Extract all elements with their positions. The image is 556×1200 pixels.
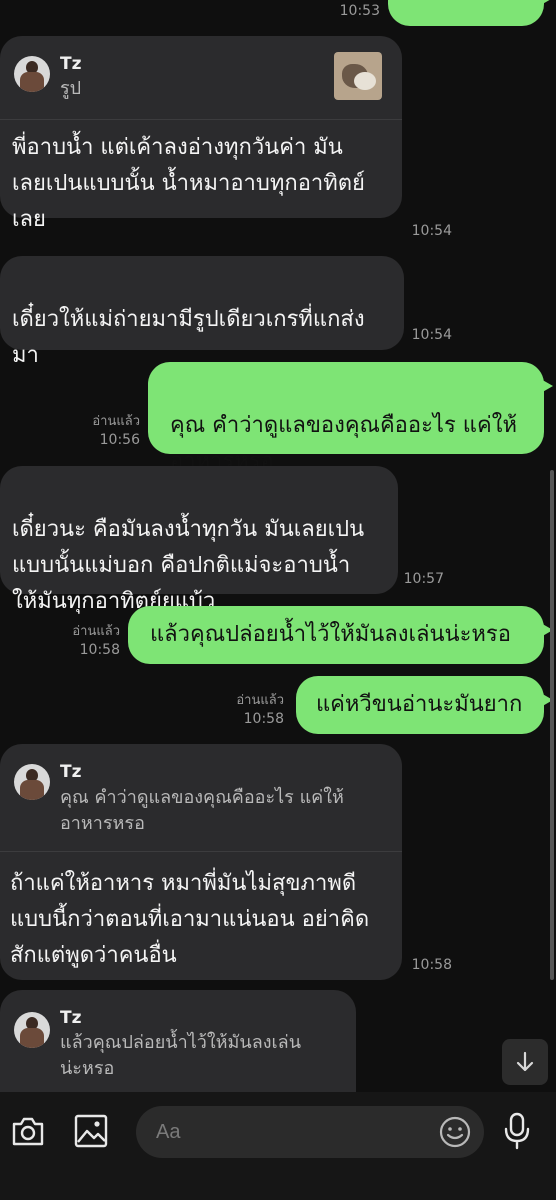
message-text: พี่อาบน้ำ แต่เค้าลงอ่างทุกวันค่า มัน เลย… (12, 135, 365, 232)
mic-icon[interactable] (502, 1111, 532, 1151)
message-time: 10:54 (411, 223, 452, 239)
message-time: 10:54 (411, 327, 452, 343)
reply-text: รูป (60, 78, 82, 99)
chat-area[interactable]: 10:53 Tz รูป พี่อาบน้ำ แต่เค้าลงอ่างทุกว… (0, 0, 556, 1092)
message-input[interactable] (156, 1106, 436, 1158)
outgoing-message-cutoff[interactable] (388, 0, 553, 26)
reply-sender-name: Tz (60, 54, 82, 74)
message-time: 10:58 (243, 711, 284, 727)
reply-quote[interactable]: Tz รูป (0, 36, 402, 120)
message-text: แค่หวีขนอ่านะมันยาก (316, 692, 523, 717)
avatar (14, 56, 50, 92)
arrow-down-icon (516, 1051, 534, 1072)
incoming-message[interactable]: Tz คุณ คำว่าดูแลของคุณคืออะไร แค่ให้ อาห… (0, 744, 402, 980)
camera-icon[interactable] (10, 1114, 46, 1148)
message-text: ถ้าแค่ให้อาหาร หมาพี่มันไม่สุขภาพดี แบบน… (10, 871, 370, 968)
message-meta: อ่านแล้ว 10:58 (214, 691, 284, 729)
message-text: เดี๋ยวนะ คือมันลงน้ำทุกวัน มันเลยเปน แบบ… (12, 517, 365, 614)
message-meta: อ่านแล้ว 10:58 (50, 622, 120, 660)
reply-text: แล้วคุณปล่อยน้ำไว้ให้มันลงเล่น น่ะหรอ (60, 1032, 301, 1079)
message-time: 10:53 (339, 3, 380, 19)
message-time: 10:58 (79, 642, 120, 658)
scrollbar[interactable] (550, 470, 554, 980)
outgoing-message[interactable]: แล้วคุณปล่อยน้ำไว้ให้มันลงเล่นน่ะหรอ (128, 606, 553, 664)
composer-bar (0, 1092, 556, 1200)
message-text: คุณ คำว่าดูแลของคุณคืออะไร แค่ให้ อาหารห… (170, 413, 517, 474)
message-text: เดี๋ยวให้แม่ถ่ายมามีรูปเดียวเกรที่แกส่ง … (12, 307, 365, 368)
message-input-container[interactable] (136, 1106, 484, 1158)
read-receipt: อ่านแล้ว (236, 693, 284, 708)
photo-thumbnail[interactable] (334, 52, 382, 100)
incoming-message[interactable]: เดี๋ยวให้แม่ถ่ายมามีรูปเดียวเกรที่แกส่ง … (0, 256, 404, 368)
incoming-message[interactable]: เดี๋ยวนะ คือมันลงน้ำทุกวัน มันเลยเปน แบบ… (0, 466, 398, 614)
message-time: 10:58 (411, 957, 452, 973)
message-time: 10:56 (99, 432, 140, 448)
scroll-down-button[interactable] (502, 1039, 548, 1085)
message-text: แล้วคุณปล่อยน้ำไว้ให้มันลงเล่นน่ะหรอ (150, 622, 511, 647)
message-meta: อ่านแล้ว 10:56 (70, 412, 140, 450)
outgoing-message[interactable]: คุณ คำว่าดูแลของคุณคืออะไร แค่ให้ อาหารห… (148, 362, 553, 474)
read-receipt: อ่านแล้ว (72, 624, 120, 639)
incoming-message[interactable]: Tz รูป พี่อาบน้ำ แต่เค้าลงอ่างทุกวันค่า … (0, 36, 402, 232)
image-icon[interactable] (73, 1113, 109, 1149)
outgoing-message[interactable]: แค่หวีขนอ่านะมันยาก (296, 676, 553, 734)
emoji-icon[interactable] (438, 1115, 472, 1149)
incoming-message[interactable]: Tz แล้วคุณปล่อยน้ำไว้ให้มันลงเล่น น่ะหรอ (0, 990, 356, 1092)
reply-text: คุณ คำว่าดูแลของคุณคืออะไร แค่ให้ อาหารห… (60, 787, 344, 834)
message-time: 10:57 (403, 571, 444, 587)
avatar (14, 1012, 50, 1048)
read-receipt: อ่านแล้ว (92, 414, 140, 429)
reply-sender-name: Tz (60, 762, 82, 782)
avatar (14, 764, 50, 800)
reply-quote[interactable]: Tz คุณ คำว่าดูแลของคุณคืออะไร แค่ให้ อาห… (0, 744, 402, 852)
reply-quote[interactable]: Tz แล้วคุณปล่อยน้ำไว้ให้มันลงเล่น น่ะหรอ (0, 990, 356, 1092)
reply-sender-name: Tz (60, 1008, 82, 1028)
